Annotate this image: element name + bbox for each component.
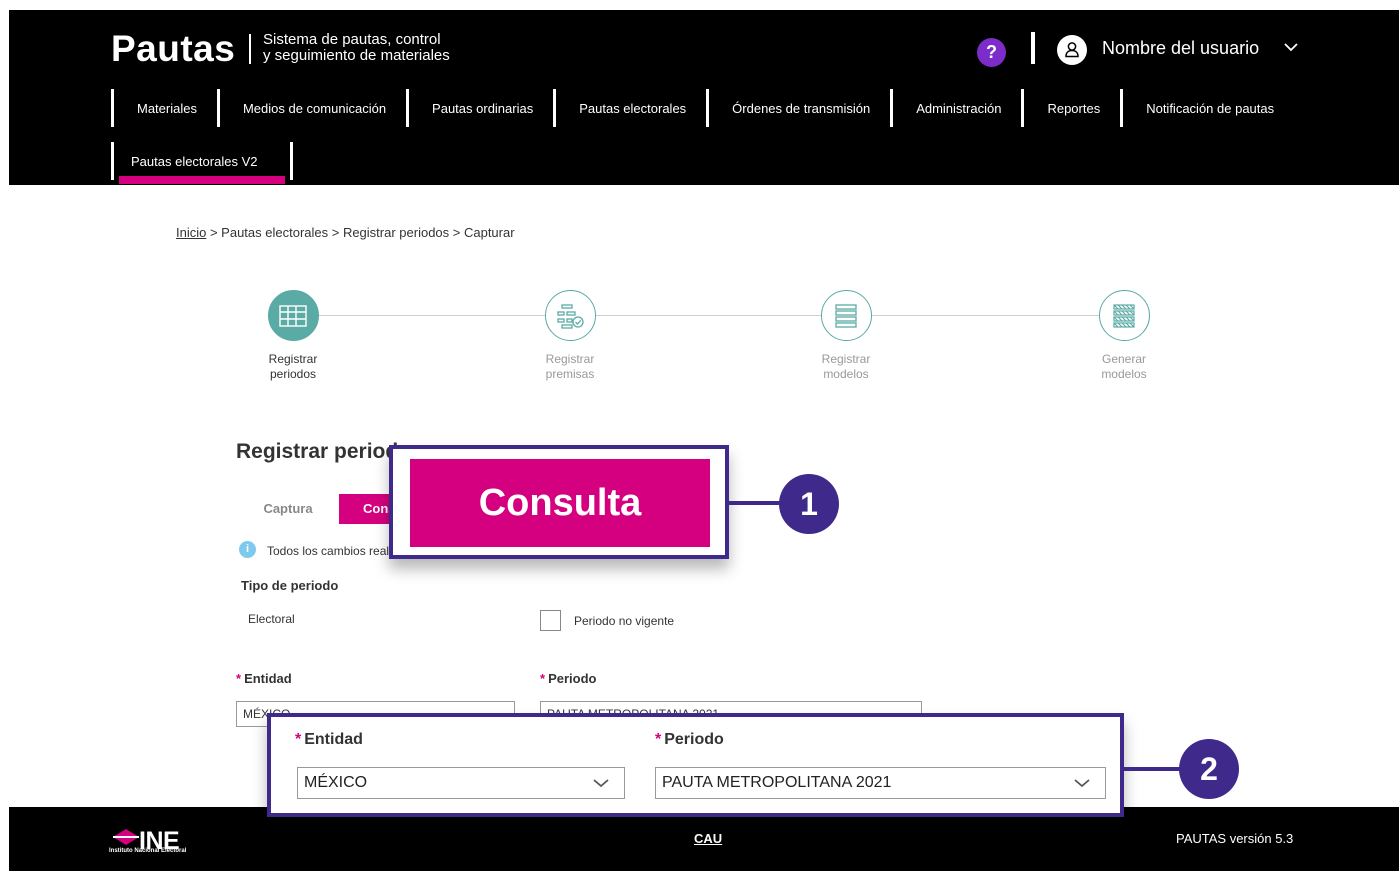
step-registrar-periodos[interactable]: Registrar periodos — [233, 290, 353, 382]
tipo-periodo-value: Electoral — [248, 612, 295, 626]
info-icon: i — [239, 541, 256, 558]
cau-link[interactable]: CAU — [694, 831, 722, 846]
section-title: Registrar period — [236, 440, 399, 463]
step-label-line1: Generar — [1101, 352, 1147, 366]
entidad-select-value: MÉXICO — [304, 774, 368, 791]
periodo-label-zoomed-text: Periodo — [664, 731, 724, 748]
main-nav-row2: Pautas electorales V2 — [111, 141, 294, 181]
consulta-button-zoomed[interactable]: Consulta — [410, 459, 710, 547]
step-label-line1: Registrar — [821, 352, 871, 366]
main-nav: Materiales Medios de comunicación Pautas… — [111, 88, 1294, 128]
tab-captura[interactable]: Captura — [240, 494, 336, 524]
periodo-select-zoomed[interactable]: PAUTA METROPOLITANA 2021 — [655, 767, 1106, 799]
step-label-line2: modelos — [823, 367, 869, 381]
chevron-down-icon — [1073, 776, 1091, 794]
step-label-line2: modelos — [1101, 367, 1147, 381]
nav-item-administracion[interactable]: Administración — [890, 89, 1021, 127]
breadcrumb: Inicio > Pautas electorales > Registrar … — [176, 225, 515, 240]
user-avatar-icon[interactable] — [1057, 35, 1087, 65]
entidad-label-text: Entidad — [244, 671, 292, 686]
step-generar-modelos[interactable]: Generar modelos — [1064, 290, 1184, 382]
nav-item-pautas-electorales-v2[interactable]: Pautas electorales V2 — [111, 142, 294, 180]
nav-item-reportes[interactable]: Reportes — [1021, 89, 1120, 127]
step-registrar-modelos[interactable]: Registrar modelos — [786, 290, 906, 382]
chevron-down-icon[interactable] — [1283, 40, 1299, 58]
periodo-select-value: PAUTA METROPOLITANA 2021 — [662, 774, 892, 791]
info-message: Todos los cambios reali — [267, 544, 391, 558]
nav-item-ordenes[interactable]: Órdenes de transmisión — [706, 89, 890, 127]
tipo-periodo-label: Tipo de periodo — [241, 578, 339, 593]
checklist-icon — [544, 290, 596, 341]
callout-2-connector — [1124, 767, 1186, 771]
callout-consulta: Consulta — [389, 445, 729, 559]
model-stack-icon — [1098, 290, 1150, 341]
calendar-grid-icon — [267, 290, 319, 341]
help-button[interactable]: ? — [977, 38, 1006, 67]
ine-diamond-icon — [113, 829, 139, 845]
brand-divider — [249, 34, 251, 64]
entidad-label-zoomed-text: Entidad — [304, 731, 363, 748]
step-registrar-premisas[interactable]: Registrar premisas — [510, 290, 630, 382]
brand-subtitle-line2: y seguimiento de materiales — [263, 47, 450, 64]
entidad-label-zoomed: * Entidad — [295, 731, 363, 749]
nav-item-pautas-electorales[interactable]: Pautas electorales — [553, 89, 706, 127]
periodo-no-vigente-label: Periodo no vigente — [574, 614, 675, 628]
step-label-line1: Registrar — [268, 352, 318, 366]
step-label: Registrar periodos — [233, 352, 353, 382]
callout-2-badge: 2 — [1179, 739, 1239, 799]
required-mark: * — [236, 671, 242, 686]
periodo-no-vigente-checkbox[interactable] — [540, 610, 561, 631]
stepper-line — [318, 315, 1126, 316]
callout-selectors: * Entidad * Periodo MÉXICO PAUTA METROPOLI… — [267, 713, 1124, 817]
periodo-label: * Periodo — [540, 671, 596, 686]
header-divider — [1031, 32, 1035, 64]
brand-title: Pautas — [111, 28, 236, 69]
step-label: Registrar premisas — [510, 352, 630, 382]
page: Pautas Sistema de pautas, control y segu… — [0, 0, 1399, 871]
step-label-line1: Registrar — [545, 352, 595, 366]
breadcrumb-path: > Pautas electorales > Registrar periodo… — [206, 225, 515, 240]
app-header: Pautas Sistema de pautas, control y segu… — [9, 10, 1399, 185]
brand-subtitle: Sistema de pautas, control y seguimiento… — [263, 32, 450, 64]
brand-subtitle-line1: Sistema de pautas, control — [263, 31, 441, 48]
nav-item-materiales[interactable]: Materiales — [111, 89, 217, 127]
periodo-label-zoomed: * Periodo — [655, 731, 724, 749]
step-label-line2: periodos — [269, 367, 317, 381]
active-nav-indicator — [119, 176, 285, 184]
required-mark: * — [540, 671, 546, 686]
list-icon — [820, 290, 872, 341]
entidad-select-zoomed[interactable]: MÉXICO — [297, 767, 625, 799]
ine-logo-subtitle: Instituto Nacional Electoral — [109, 848, 187, 854]
ine-logo: INE Instituto Nacional Electoral — [109, 827, 201, 855]
nav-item-pautas-ordinarias[interactable]: Pautas ordinarias — [406, 89, 553, 127]
step-label: Registrar modelos — [786, 352, 906, 382]
nav-item-notificacion[interactable]: Notificación de pautas — [1120, 89, 1294, 127]
nav-item-medios[interactable]: Medios de comunicación — [216, 89, 406, 127]
user-name[interactable]: Nombre del usuario — [1102, 38, 1259, 59]
version-text: PAUTAS versión 5.3 — [1176, 831, 1294, 846]
chevron-down-icon — [592, 776, 610, 794]
step-label: Generar modelos — [1064, 352, 1184, 382]
callout-1-connector — [729, 501, 784, 505]
required-mark: * — [655, 731, 662, 748]
required-mark: * — [295, 731, 302, 748]
step-label-line2: premisas — [545, 367, 595, 381]
breadcrumb-home-link[interactable]: Inicio — [176, 225, 206, 240]
entidad-label: * Entidad — [236, 671, 292, 686]
periodo-label-text: Periodo — [548, 671, 597, 686]
callout-1-badge: 1 — [779, 474, 839, 534]
